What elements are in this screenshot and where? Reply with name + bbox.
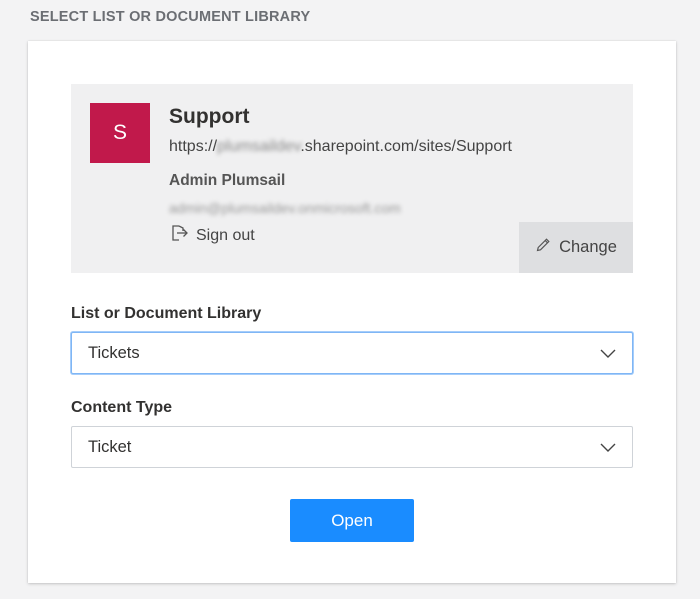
site-url-prefix: https:// [169, 138, 218, 155]
list-select-value: Tickets [88, 343, 140, 362]
content-type-value: Ticket [88, 437, 132, 456]
list-select[interactable]: Tickets [71, 332, 633, 374]
site-title: Support [169, 105, 250, 128]
pencil-icon [535, 237, 551, 258]
user-name: Admin Plumsail [169, 172, 286, 189]
site-url-redacted: plumsaildev [217, 138, 301, 155]
sign-out-link[interactable]: Sign out [169, 223, 255, 248]
content-type-label: Content Type [71, 399, 173, 416]
list-field-label: List or Document Library [71, 305, 262, 322]
selection-card: S Support https://plumsaildev.sharepoint… [28, 41, 676, 583]
open-button[interactable]: Open [290, 499, 414, 542]
content-type-select[interactable]: Ticket [71, 426, 633, 468]
change-site-button[interactable]: Change [519, 222, 633, 273]
site-avatar: S [90, 103, 150, 163]
chevron-down-icon [600, 443, 616, 452]
sign-out-icon [169, 223, 189, 248]
change-label: Change [559, 238, 617, 256]
site-panel: S Support https://plumsaildev.sharepoint… [71, 84, 633, 273]
sign-out-label: Sign out [196, 226, 255, 244]
site-url: https://plumsaildev.sharepoint.com/sites… [169, 138, 512, 156]
page-title: SELECT LIST OR DOCUMENT LIBRARY [30, 9, 311, 25]
site-url-suffix: .sharepoint.com/sites/Support [300, 138, 512, 155]
chevron-down-icon [600, 349, 616, 358]
user-email: admin@plumsaildev.onmicrosoft.com [169, 200, 401, 216]
